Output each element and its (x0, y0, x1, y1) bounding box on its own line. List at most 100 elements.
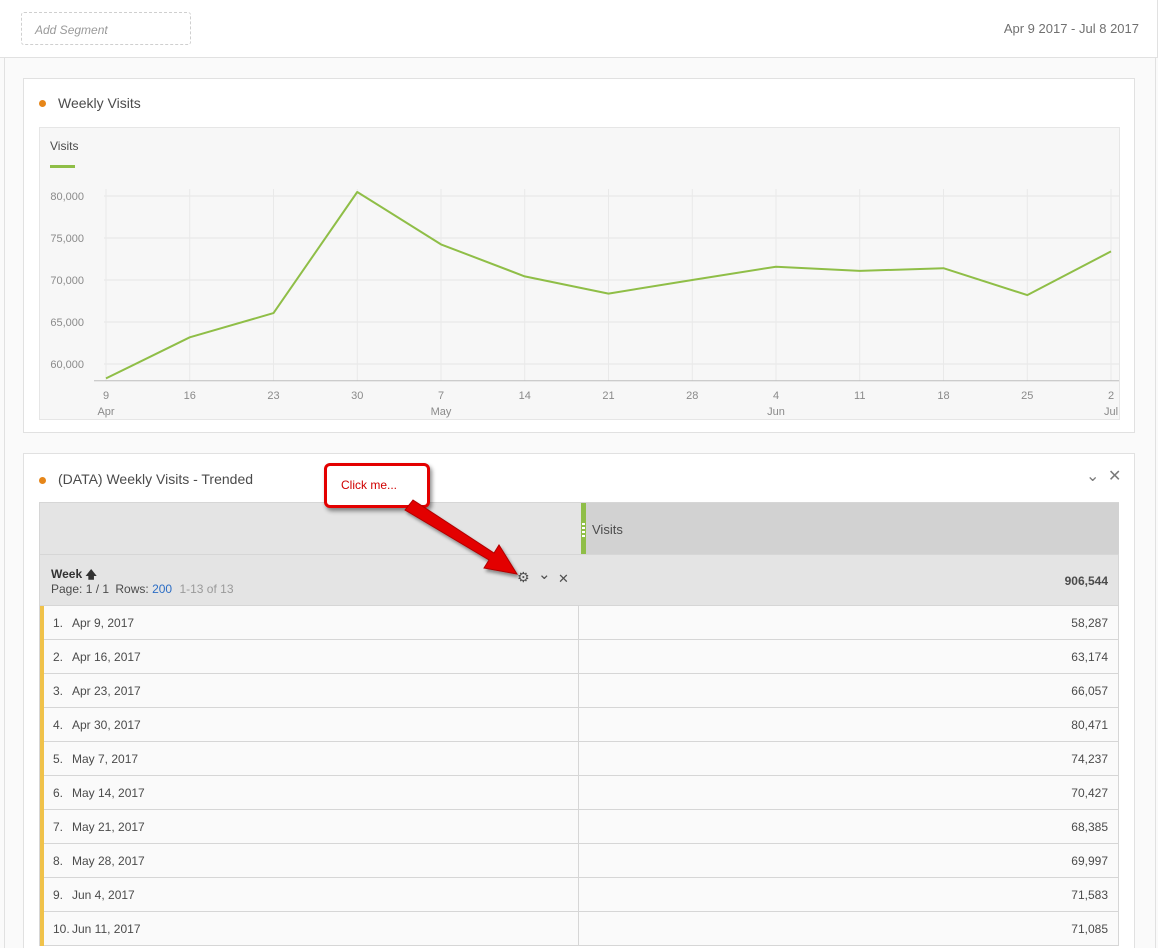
chevron-down-icon[interactable]: ⌄ (538, 567, 551, 582)
cell-divider (578, 606, 579, 640)
x-tick-label: 9 (103, 390, 109, 402)
row-number: 1. (53, 616, 64, 630)
cell-divider (578, 742, 579, 776)
row-week[interactable]: Jun 4, 2017 (72, 888, 135, 902)
row-accent (40, 912, 44, 946)
weekly-visits-panel: Weekly Visits Visits 80,000 75,000 70,000 6… (23, 78, 1135, 433)
cell-divider (578, 708, 579, 742)
trended-table-panel: (DATA) Weekly Visits - Trended ⌄ ✕ Visit… (23, 453, 1135, 948)
row-number: 8. (53, 854, 64, 868)
row-visits: 58,287 (1071, 616, 1108, 630)
x-tick-label: 21 (602, 390, 614, 402)
row-week[interactable]: May 28, 2017 (72, 854, 145, 868)
table-row[interactable]: 4. Apr 30, 2017 80,471 (39, 708, 1119, 742)
table-row[interactable]: 2. Apr 16, 2017 63,174 (39, 640, 1119, 674)
row-visits: 71,583 (1071, 888, 1108, 902)
cell-divider (578, 776, 579, 810)
y-tick-label: 70,000 (50, 275, 84, 287)
divider (1155, 58, 1156, 948)
collapse-panel-icon[interactable]: ⌄ (1086, 469, 1099, 485)
table-row[interactable]: 7. May 21, 2017 68,385 (39, 810, 1119, 844)
table-row[interactable]: 3. Apr 23, 2017 66,057 (39, 674, 1119, 708)
rows-label: Rows: (115, 582, 149, 596)
row-week[interactable]: Apr 9, 2017 (72, 616, 134, 630)
row-range: 1-13 of 13 (179, 582, 234, 596)
y-tick-label: 75,000 (50, 233, 84, 245)
cell-divider (578, 640, 579, 674)
cell-divider (578, 878, 579, 912)
row-visits: 74,237 (1071, 752, 1108, 766)
row-week[interactable]: May 21, 2017 (72, 820, 145, 834)
x-tick-label: 30 (351, 390, 363, 402)
metric-name: Visits (592, 522, 623, 537)
row-accent (40, 640, 44, 674)
metric-column-header[interactable]: Visits (581, 503, 1119, 554)
table-row[interactable]: 9. Jun 4, 2017 71,583 (39, 878, 1119, 912)
arrow-up-icon[interactable]: 🡅 (85, 569, 96, 581)
table-row[interactable]: 10. Jun 11, 2017 71,085 (39, 912, 1119, 946)
row-number: 6. (53, 786, 64, 800)
panel-title[interactable]: (DATA) Weekly Visits - Trended (58, 471, 253, 487)
x-tick-month-label: Jul (1104, 406, 1118, 418)
x-tick-label: 4 (773, 390, 779, 402)
table-body: 1. Apr 9, 2017 58,287 2. Apr 16, 2017 63,174 3… (39, 606, 1119, 946)
cell-divider (578, 674, 579, 708)
table-row[interactable]: 8. May 28, 2017 69,997 (39, 844, 1119, 878)
x-tick-label: 14 (519, 390, 531, 402)
x-tick-month-label: Apr (97, 406, 114, 418)
x-tick-label: 11 (854, 390, 865, 402)
table-row[interactable]: 6. May 14, 2017 70,427 (39, 776, 1119, 810)
row-visits: 68,385 (1071, 820, 1108, 834)
row-number: 9. (53, 888, 64, 902)
y-tick-label: 60,000 (50, 359, 84, 371)
row-visits: 70,427 (1071, 786, 1108, 800)
row-week[interactable]: May 14, 2017 (72, 786, 145, 800)
row-week[interactable]: Jun 11, 2017 (72, 922, 141, 936)
row-visits: 63,174 (1071, 650, 1108, 664)
add-segment-dropzone[interactable]: Add Segment (21, 12, 191, 45)
gear-icon[interactable]: ⚙ (517, 570, 530, 584)
date-range[interactable]: Apr 9 2017 - Jul 8 2017 (1004, 21, 1139, 36)
row-number: 2. (53, 650, 64, 664)
x-tick-month-label: May (431, 406, 452, 418)
y-tick-label: 65,000 (50, 317, 84, 329)
callout-text: Click me... (341, 478, 398, 492)
row-week[interactable]: May 7, 2017 (72, 752, 138, 766)
cell-divider (578, 844, 579, 878)
row-accent (40, 844, 44, 878)
row-accent (40, 810, 44, 844)
close-panel-icon[interactable]: ✕ (1108, 469, 1121, 485)
row-visits: 80,471 (1071, 718, 1108, 732)
row-accent (40, 878, 44, 912)
row-number: 7. (53, 820, 64, 834)
rows-per-page[interactable]: 200 (152, 582, 172, 596)
table-row[interactable]: 1. Apr 9, 2017 58,287 (39, 606, 1119, 640)
x-tick-label: 28 (686, 390, 698, 402)
chart-canvas: 80,000 75,000 70,000 65,000 60,000 9 Apr 16 23 30… (50, 189, 1119, 418)
row-visits: 69,997 (1071, 854, 1108, 868)
segment-bar: Add Segment Apr 9 2017 - Jul 8 2017 (0, 0, 1158, 58)
dimension-header: Week 🡅 Page: 1 / 1 Rows: 200 1-13 of 13 … (39, 555, 1119, 606)
row-week[interactable]: Apr 16, 2017 (72, 650, 141, 664)
y-tick-label: 80,000 (50, 191, 84, 203)
row-accent (40, 776, 44, 810)
row-number: 3. (53, 684, 64, 698)
cell-divider (578, 810, 579, 844)
row-week[interactable]: Apr 23, 2017 (72, 684, 141, 698)
page-label: Page: 1 / 1 (51, 582, 110, 596)
cell-divider (578, 912, 579, 946)
row-week[interactable]: Apr 30, 2017 (72, 718, 141, 732)
row-number: 4. (53, 718, 64, 732)
x-tick-label: 25 (1021, 390, 1033, 402)
x-tick-label: 7 (438, 390, 444, 402)
row-number: 5. (53, 752, 64, 766)
table-row[interactable]: 5. May 7, 2017 74,237 (39, 742, 1119, 776)
drag-handle-icon[interactable] (582, 523, 585, 537)
close-icon[interactable]: ✕ (558, 572, 569, 585)
row-accent (40, 708, 44, 742)
divider (4, 58, 5, 948)
row-accent (40, 742, 44, 776)
dimension-label: Week (51, 567, 83, 581)
x-tick-label: 23 (267, 390, 279, 402)
pagination: Page: 1 / 1 Rows: 200 1-13 of 13 (51, 582, 234, 596)
